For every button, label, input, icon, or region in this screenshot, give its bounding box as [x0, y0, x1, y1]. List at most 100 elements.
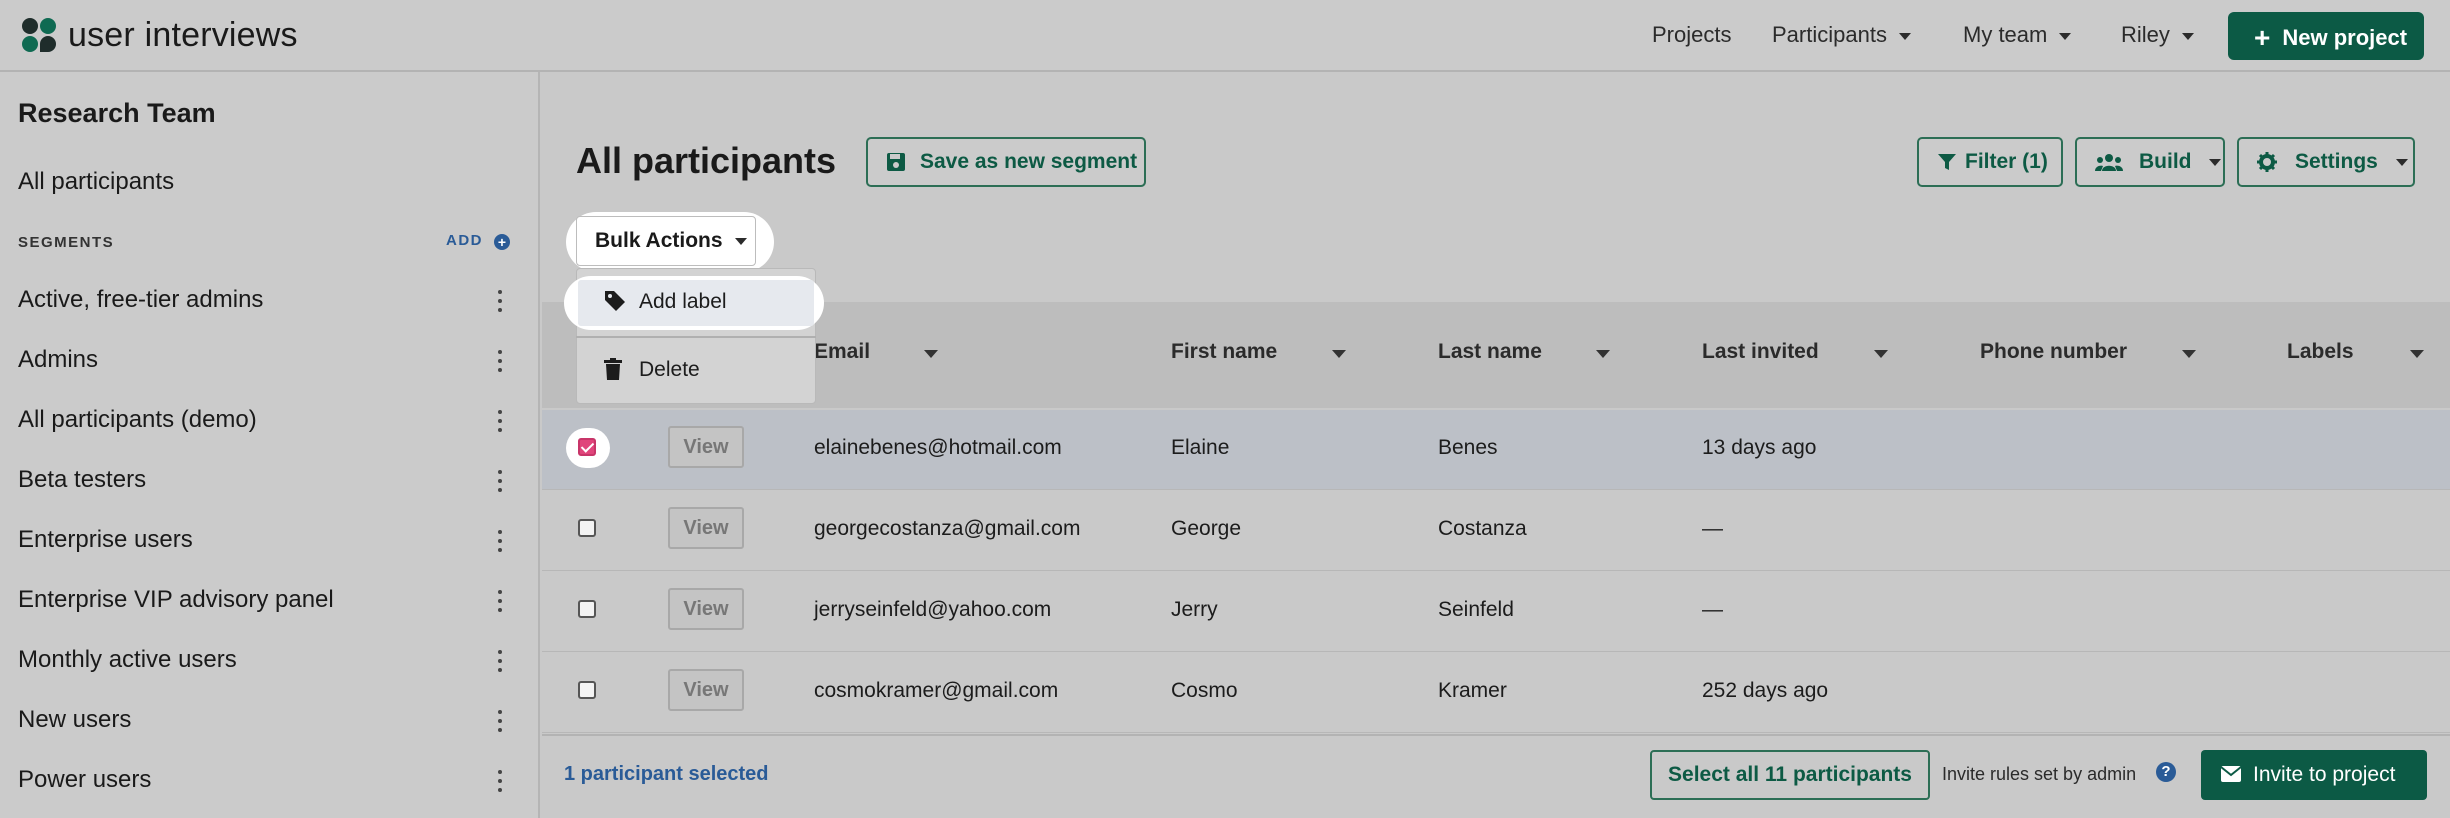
column-header-last-name[interactable]: Last name	[1438, 340, 1542, 364]
more-options-icon[interactable]	[498, 530, 504, 556]
build-label: Build	[2139, 150, 2192, 173]
cell-first-name: Jerry	[1171, 598, 1218, 621]
column-header-last-invited[interactable]: Last invited	[1702, 340, 1819, 364]
more-options-icon[interactable]	[498, 290, 504, 316]
cell-last-invited: —	[1702, 598, 1723, 621]
logo-icon[interactable]	[22, 18, 58, 54]
new-project-button[interactable]: + New project	[2228, 12, 2424, 60]
trash-icon	[604, 358, 622, 380]
more-options-icon[interactable]	[498, 350, 504, 376]
more-options-icon[interactable]	[498, 590, 504, 616]
cell-last-name: Costanza	[1438, 517, 1527, 540]
plus-icon: +	[2254, 22, 2271, 53]
new-project-label: New project	[2282, 25, 2408, 50]
table-row[interactable]: View cosmokramer@gmail.com Cosmo Kramer …	[542, 653, 2450, 733]
sidebar-segment-item[interactable]: Active, free-tier admins	[18, 286, 518, 326]
select-all-button[interactable]: Select all 11 participants	[1650, 750, 1930, 800]
nav-my-team[interactable]: My team	[1963, 22, 2071, 48]
more-options-icon[interactable]	[498, 470, 504, 496]
nav-my-team-label: My team	[1963, 22, 2048, 47]
sort-caret-icon[interactable]	[1596, 350, 1610, 358]
view-button[interactable]: View	[668, 426, 744, 468]
cell-last-name: Benes	[1438, 436, 1498, 459]
sort-caret-icon[interactable]	[2410, 350, 2424, 358]
nav-projects[interactable]: Projects	[1652, 22, 1731, 48]
brand-name[interactable]: user interviews	[68, 16, 298, 55]
view-button[interactable]: View	[668, 669, 744, 711]
envelope-icon	[2221, 766, 2241, 782]
add-circle-icon[interactable]: +	[494, 234, 510, 250]
cell-first-name: Elaine	[1171, 436, 1230, 459]
cell-last-invited: 13 days ago	[1702, 436, 1817, 459]
table-row[interactable]: View georgecostanza@gmail.com George Cos…	[542, 491, 2450, 571]
sidebar-segment-item[interactable]: Power users	[18, 766, 518, 806]
invite-label: Invite to project	[2253, 763, 2396, 786]
table-row[interactable]: View elainebenes@hotmail.com Elaine Bene…	[542, 410, 2450, 490]
settings-label: Settings	[2295, 150, 2378, 173]
cell-email: cosmokramer@gmail.com	[814, 679, 1059, 702]
cell-email: georgecostanza@gmail.com	[814, 517, 1081, 540]
row-checkbox[interactable]	[578, 438, 596, 456]
segment-label: New users	[18, 706, 132, 733]
sidebar-segment-item[interactable]: New users	[18, 706, 518, 746]
settings-button[interactable]: Settings	[2237, 137, 2415, 187]
menu-item-delete[interactable]: Delete	[639, 358, 700, 382]
column-header-phone-number[interactable]: Phone number	[1980, 340, 2127, 364]
sidebar-segment-item[interactable]: Beta testers	[18, 466, 518, 506]
tag-icon	[605, 291, 625, 311]
view-button[interactable]: View	[668, 507, 744, 549]
segment-label: All participants (demo)	[18, 406, 257, 433]
row-checkbox[interactable]	[578, 600, 596, 618]
segment-label: Enterprise users	[18, 526, 193, 553]
segment-label: Enterprise VIP advisory panel	[18, 586, 334, 613]
cell-first-name: Cosmo	[1171, 679, 1238, 702]
selected-count: 1 participant selected	[564, 763, 769, 785]
row-checkbox[interactable]	[578, 681, 596, 699]
save-segment-label: Save as new segment	[920, 150, 1138, 173]
sort-caret-icon[interactable]	[924, 350, 938, 358]
filter-button[interactable]: Filter (1)	[1917, 137, 2063, 187]
sort-caret-icon[interactable]	[1874, 350, 1888, 358]
sidebar-segment-item[interactable]: Admins	[18, 346, 518, 386]
row-checkbox[interactable]	[578, 519, 596, 537]
column-header-labels[interactable]: Labels	[2287, 340, 2354, 364]
view-button[interactable]: View	[668, 588, 744, 630]
table-row[interactable]: View jerryseinfeld@yahoo.com Jerry Seinf…	[542, 572, 2450, 652]
cell-email: elainebenes@hotmail.com	[814, 436, 1062, 459]
bulk-actions-button[interactable]: Bulk Actions	[576, 216, 756, 266]
cell-last-invited: 252 days ago	[1702, 679, 1829, 702]
nav-participants[interactable]: Participants	[1772, 22, 1911, 48]
invite-to-project-button[interactable]: Invite to project	[2201, 750, 2427, 800]
nav-user-menu[interactable]: Riley	[2121, 22, 2194, 48]
column-header-first-name[interactable]: First name	[1171, 340, 1277, 364]
sidebar-segment-item[interactable]: Enterprise users	[18, 526, 518, 566]
segment-label: Admins	[18, 346, 99, 373]
more-options-icon[interactable]	[498, 650, 504, 676]
sidebar-all-participants[interactable]: All participants	[18, 168, 174, 196]
save-segment-button[interactable]: Save as new segment	[866, 137, 1146, 187]
build-button[interactable]: Build	[2075, 137, 2225, 187]
sidebar-segment-item[interactable]: Enterprise VIP advisory panel	[18, 586, 518, 626]
gear-icon	[2257, 152, 2277, 172]
help-icon[interactable]: ?	[2156, 762, 2176, 782]
bulk-actions-label: Bulk Actions	[595, 229, 723, 252]
sort-caret-icon[interactable]	[2182, 350, 2196, 358]
cell-last-name: Seinfeld	[1438, 598, 1514, 621]
sidebar: Research Team All participants SEGMENTS …	[0, 72, 540, 818]
sidebar-segment-item[interactable]: Monthly active users	[18, 646, 518, 686]
segment-label: Monthly active users	[18, 646, 237, 673]
invite-rules-text: Invite rules set by admin	[1942, 764, 2137, 784]
users-icon	[2095, 154, 2123, 171]
segment-label: Active, free-tier admins	[18, 286, 264, 313]
sort-caret-icon[interactable]	[1332, 350, 1346, 358]
more-options-icon[interactable]	[498, 710, 504, 736]
segment-label: Beta testers	[18, 466, 147, 493]
cell-last-name: Kramer	[1438, 679, 1507, 702]
segments-heading: SEGMENTS	[18, 234, 115, 251]
column-header-email[interactable]: Email	[814, 340, 870, 364]
sidebar-segment-item[interactable]: All participants (demo)	[18, 406, 518, 446]
add-segment-link[interactable]: ADD	[446, 232, 483, 249]
team-name: Research Team	[18, 98, 216, 128]
more-options-icon[interactable]	[498, 410, 504, 436]
more-options-icon[interactable]	[498, 770, 504, 796]
